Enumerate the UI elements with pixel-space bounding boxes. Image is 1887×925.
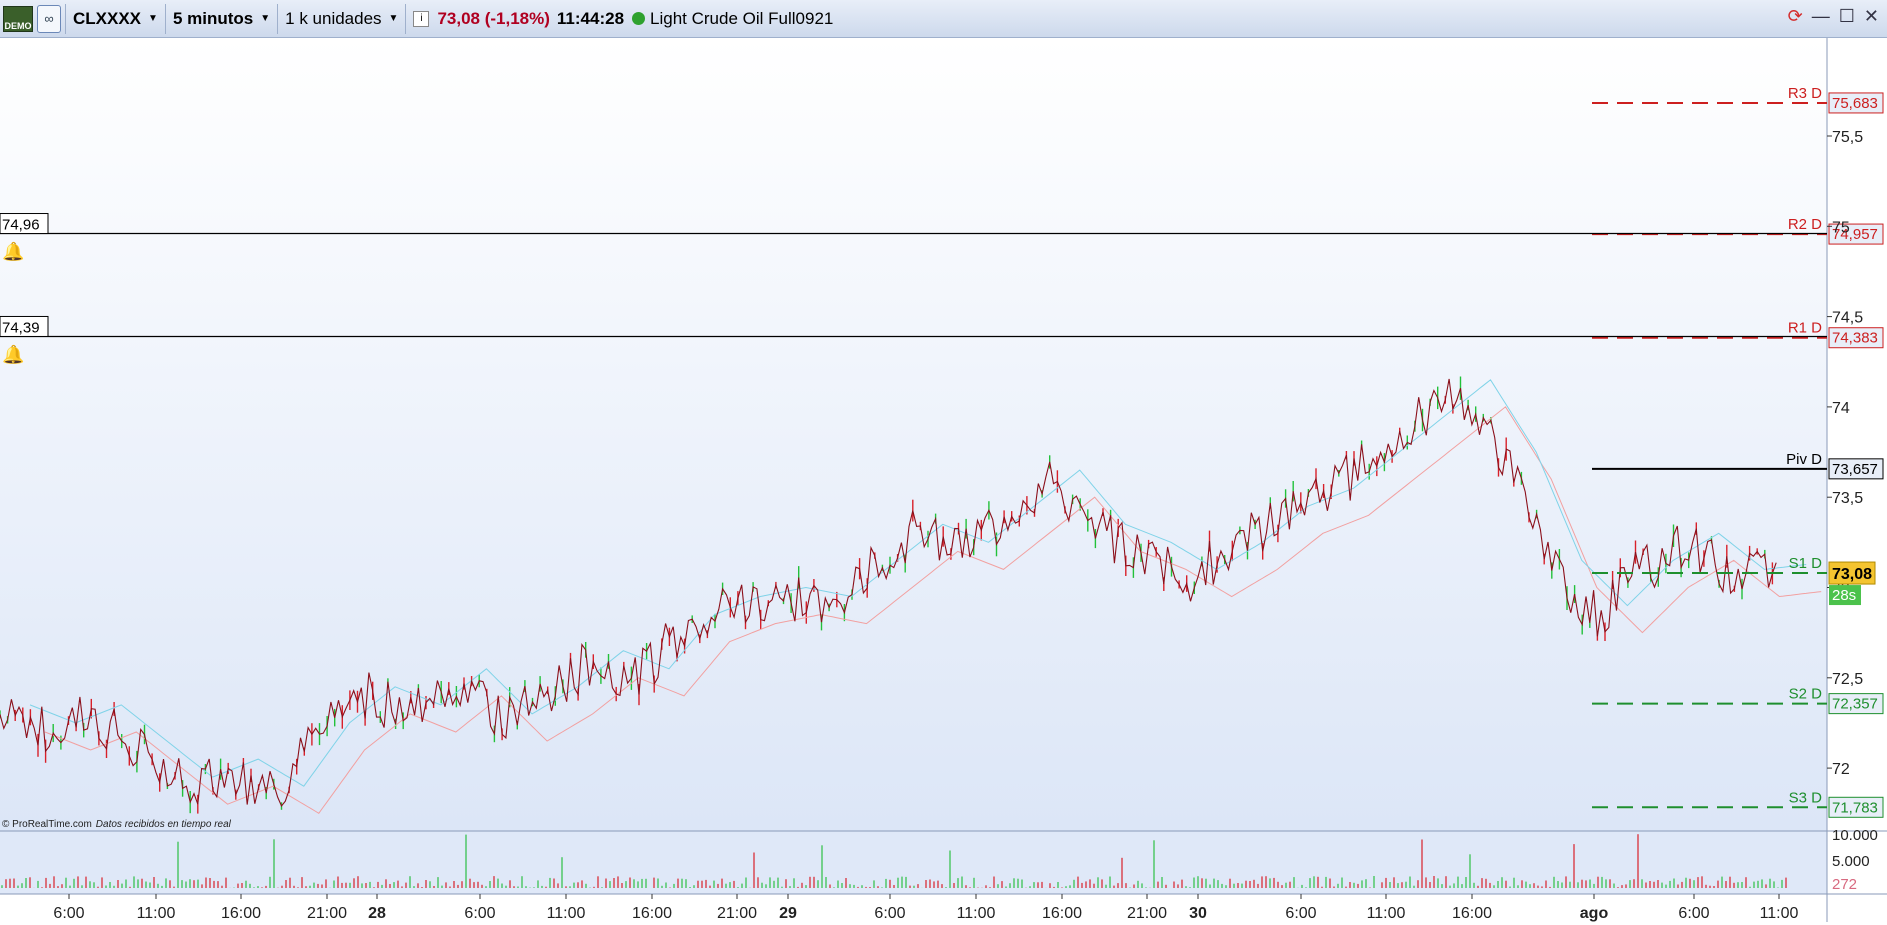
minimize-icon[interactable]: — xyxy=(1812,6,1830,27)
quote-info: i 73,08 (-1,18%) 11:44:28 Light Crude Oi… xyxy=(406,0,840,38)
x-tick-label: 16:00 xyxy=(1452,905,1492,922)
alert-price: 74,39 xyxy=(2,319,40,336)
x-tick-label: 11:00 xyxy=(547,905,586,922)
pivot-label: R1 D xyxy=(1788,320,1822,337)
volume-tick-label: 5.000 xyxy=(1832,853,1870,870)
y-tick-label: 74,5 xyxy=(1832,310,1863,327)
pivot-value: 71,783 xyxy=(1832,799,1878,816)
units-dropdown[interactable]: 1 k unidades ▼ xyxy=(278,0,405,38)
countdown-label: 28s xyxy=(1832,587,1856,604)
refresh-icon[interactable]: ⟳ xyxy=(1788,6,1803,27)
demo-badge-icon: DEMO xyxy=(3,5,33,32)
pivot-value: 73,657 xyxy=(1832,461,1878,478)
x-tick-label: 6:00 xyxy=(464,905,495,922)
bell-icon[interactable]: 🔔 xyxy=(2,344,24,364)
x-tick-label: 6:00 xyxy=(1678,905,1709,922)
status-dot-icon xyxy=(632,12,646,25)
watermark-source: © ProRealTime.com xyxy=(2,819,92,830)
instrument-name: Light Crude Oil Full0921 xyxy=(650,8,834,28)
info-icon[interactable]: i xyxy=(413,10,430,27)
y-tick-label: 72,5 xyxy=(1832,671,1863,688)
x-tick-label: 16:00 xyxy=(221,905,261,922)
bell-icon[interactable]: 🔔 xyxy=(2,242,24,262)
x-tick-label: 6:00 xyxy=(53,905,84,922)
alert-price: 74,96 xyxy=(2,217,40,234)
timeframe-dropdown[interactable]: 5 minutos ▼ xyxy=(166,0,277,38)
close-icon[interactable]: ✕ xyxy=(1864,6,1879,27)
y-tick-label: 75,5 xyxy=(1832,129,1863,146)
symbol-label: CLXXXX xyxy=(73,8,142,28)
volume-tick-label: 272 xyxy=(1832,876,1857,893)
x-tick-label: 28 xyxy=(368,905,386,922)
x-tick-label: 16:00 xyxy=(1042,905,1082,922)
demo-badge-label: DEMO xyxy=(4,20,32,31)
x-tick-label: 11:00 xyxy=(957,905,996,922)
y-tick-label: 72 xyxy=(1832,761,1850,778)
x-tick-label: 11:00 xyxy=(1367,905,1406,922)
y-tick-label: 75 xyxy=(1832,219,1850,236)
plot-background xyxy=(0,38,1827,831)
x-tick-label: 11:00 xyxy=(1760,905,1799,922)
symbol-dropdown[interactable]: CLXXXX ▼ xyxy=(66,0,165,38)
units-label: 1 k unidades xyxy=(285,8,382,28)
chart-area[interactable]: R3 D 75,683 R2 D 74,957 R1 D 74,383 Piv D 73,65… xyxy=(0,38,1887,922)
price-change: 73,08 (-1,18%) xyxy=(437,8,550,28)
chevron-down-icon: ▼ xyxy=(148,13,158,24)
pivot-label: S1 D xyxy=(1789,555,1823,572)
x-tick-label: 6:00 xyxy=(1285,905,1316,922)
y-tick-label: 74 xyxy=(1832,400,1850,417)
pivot-label: S3 D xyxy=(1789,789,1823,806)
price-chart[interactable]: R3 D75,683R2 D74,957R1 D74,383Piv D73,65… xyxy=(0,38,1887,922)
x-tick-label: 11:00 xyxy=(137,905,176,922)
pivot-label: R3 D xyxy=(1788,85,1822,102)
chevron-down-icon: ▼ xyxy=(260,13,271,24)
x-tick-label: 21:00 xyxy=(307,905,347,922)
x-tick-label: 6:00 xyxy=(874,905,905,922)
volume-tick-label: 10.000 xyxy=(1832,827,1878,844)
x-tick-label: ago xyxy=(1580,905,1609,922)
x-tick-label: 21:00 xyxy=(1127,905,1167,922)
pivot-label: R2 D xyxy=(1788,216,1822,233)
x-tick-label: 30 xyxy=(1189,905,1207,922)
chevron-down-icon: ▼ xyxy=(388,13,399,24)
time-axis: 6:00 11:00 16:00 21:00 28 6:00 11:00 16:00 21:00… xyxy=(53,894,1799,922)
watermark-note: Datos recibidos en tiempo real xyxy=(96,819,232,830)
maximize-icon[interactable]: ☐ xyxy=(1839,6,1855,27)
window-controls: ⟳ — ☐ ✕ xyxy=(1788,6,1879,27)
x-tick-label: 16:00 xyxy=(632,905,672,922)
x-tick-label: 21:00 xyxy=(717,905,757,922)
timeframe-label: 5 minutos xyxy=(172,8,254,28)
watermark: © ProRealTime.com Datos recibidos en tiem… xyxy=(2,819,232,830)
current-price-label: 73,08 xyxy=(1832,566,1872,583)
x-tick-label: 29 xyxy=(779,905,797,922)
pivot-value: 74,383 xyxy=(1832,330,1878,347)
pivot-label: Piv D xyxy=(1786,451,1822,468)
pivot-value: 72,357 xyxy=(1832,696,1878,713)
pivot-value: 75,683 xyxy=(1832,95,1878,112)
pivot-label: S2 D xyxy=(1789,686,1823,703)
toolbar: DEMO ∞ CLXXXX ▼ 5 minutos ▼ 1 k unidades ▼ … xyxy=(0,0,1887,38)
link-icon[interactable]: ∞ xyxy=(37,4,61,33)
y-tick-label: 73,5 xyxy=(1832,490,1863,507)
clock: 11:44:28 xyxy=(556,8,625,28)
